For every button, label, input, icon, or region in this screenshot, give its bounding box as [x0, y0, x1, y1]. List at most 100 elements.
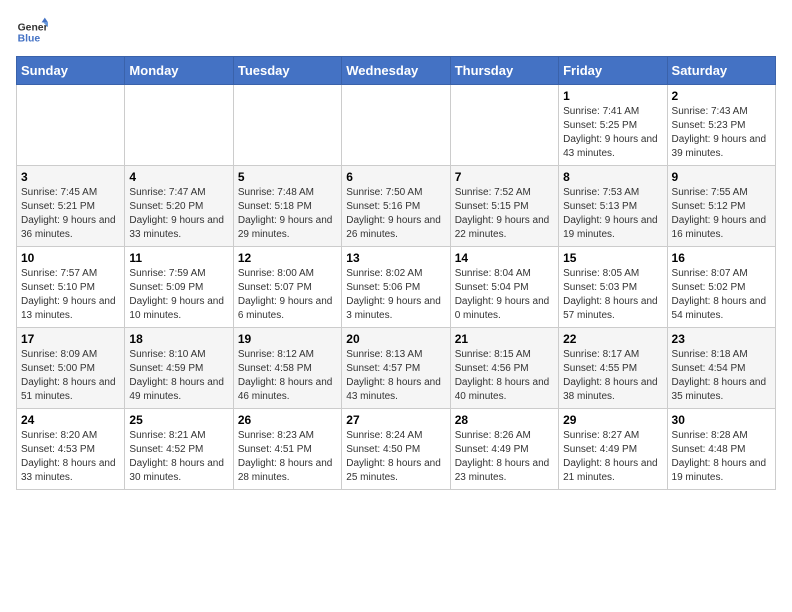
calendar-cell: 14 Sunrise: 8:04 AM Sunset: 5:04 PM Dayli… [450, 247, 558, 328]
calendar-cell: 19 Sunrise: 8:12 AM Sunset: 4:58 PM Dayli… [233, 328, 341, 409]
logo: General Blue [16, 16, 52, 48]
day-number: 13 [346, 251, 445, 265]
day-info: Sunrise: 7:43 AM Sunset: 5:23 PM Dayligh… [672, 105, 771, 161]
calendar-cell: 25 Sunrise: 8:21 AM Sunset: 4:52 PM Dayli… [125, 409, 233, 490]
day-number: 6 [346, 170, 445, 184]
week-row-4: 17 Sunrise: 8:09 AM Sunset: 5:00 PM Dayli… [17, 328, 776, 409]
svg-text:Blue: Blue [18, 34, 41, 45]
day-number: 2 [672, 89, 771, 103]
day-number: 8 [563, 170, 662, 184]
calendar-cell [125, 85, 233, 166]
day-info: Sunrise: 7:48 AM Sunset: 5:18 PM Dayligh… [238, 186, 337, 242]
day-number: 9 [672, 170, 771, 184]
day-number: 23 [672, 332, 771, 346]
calendar-cell [450, 85, 558, 166]
day-info: Sunrise: 8:00 AM Sunset: 5:07 PM Dayligh… [238, 267, 337, 323]
day-info: Sunrise: 7:57 AM Sunset: 5:10 PM Dayligh… [21, 267, 120, 323]
day-info: Sunrise: 7:50 AM Sunset: 5:16 PM Dayligh… [346, 186, 445, 242]
calendar-cell: 20 Sunrise: 8:13 AM Sunset: 4:57 PM Dayli… [342, 328, 450, 409]
day-number: 29 [563, 413, 662, 427]
day-number: 25 [129, 413, 228, 427]
week-row-5: 24Sunrise: 8:20 AM Sunset: 4:53 PM Dayli… [17, 409, 776, 490]
calendar-cell [17, 85, 125, 166]
calendar-cell: 7 Sunrise: 7:52 AM Sunset: 5:15 PM Daylig… [450, 166, 558, 247]
calendar-cell: 2 Sunrise: 7:43 AM Sunset: 5:23 PM Daylig… [667, 85, 775, 166]
calendar-cell: 24Sunrise: 8:20 AM Sunset: 4:53 PM Dayli… [17, 409, 125, 490]
day-header-tuesday: Tuesday [233, 57, 341, 85]
day-info: Sunrise: 8:15 AM Sunset: 4:56 PM Dayligh… [455, 348, 554, 404]
calendar-cell [233, 85, 341, 166]
day-info: Sunrise: 8:28 AM Sunset: 4:48 PM Dayligh… [672, 429, 771, 485]
day-number: 18 [129, 332, 228, 346]
week-row-2: 3Sunrise: 7:45 AM Sunset: 5:21 PM Daylig… [17, 166, 776, 247]
svg-text:General: General [18, 22, 48, 33]
day-info: Sunrise: 8:18 AM Sunset: 4:54 PM Dayligh… [672, 348, 771, 404]
day-number: 3 [21, 170, 120, 184]
day-info: Sunrise: 8:05 AM Sunset: 5:03 PM Dayligh… [563, 267, 662, 323]
day-info: Sunrise: 8:12 AM Sunset: 4:58 PM Dayligh… [238, 348, 337, 404]
day-number: 14 [455, 251, 554, 265]
calendar-cell [342, 85, 450, 166]
day-info: Sunrise: 8:20 AM Sunset: 4:53 PM Dayligh… [21, 429, 120, 485]
calendar-cell: 21 Sunrise: 8:15 AM Sunset: 4:56 PM Dayli… [450, 328, 558, 409]
day-number: 16 [672, 251, 771, 265]
day-number: 7 [455, 170, 554, 184]
day-info: Sunrise: 8:21 AM Sunset: 4:52 PM Dayligh… [129, 429, 228, 485]
calendar-cell: 16 Sunrise: 8:07 AM Sunset: 5:02 PM Dayli… [667, 247, 775, 328]
day-number: 30 [672, 413, 771, 427]
calendar-cell: 30 Sunrise: 8:28 AM Sunset: 4:48 PM Dayli… [667, 409, 775, 490]
calendar-cell: 29 Sunrise: 8:27 AM Sunset: 4:49 PM Dayli… [559, 409, 667, 490]
calendar-cell: 23 Sunrise: 8:18 AM Sunset: 4:54 PM Dayli… [667, 328, 775, 409]
day-header-wednesday: Wednesday [342, 57, 450, 85]
day-header-sunday: Sunday [17, 57, 125, 85]
day-number: 17 [21, 332, 120, 346]
day-number: 10 [21, 251, 120, 265]
day-info: Sunrise: 8:27 AM Sunset: 4:49 PM Dayligh… [563, 429, 662, 485]
day-header-thursday: Thursday [450, 57, 558, 85]
day-info: Sunrise: 7:59 AM Sunset: 5:09 PM Dayligh… [129, 267, 228, 323]
calendar-cell: 10 Sunrise: 7:57 AM Sunset: 5:10 PM Dayli… [17, 247, 125, 328]
calendar-table: SundayMondayTuesdayWednesdayThursdayFrid… [16, 56, 776, 490]
calendar-cell: 4 Sunrise: 7:47 AM Sunset: 5:20 PM Daylig… [125, 166, 233, 247]
day-number: 4 [129, 170, 228, 184]
day-number: 19 [238, 332, 337, 346]
day-number: 26 [238, 413, 337, 427]
week-row-3: 10 Sunrise: 7:57 AM Sunset: 5:10 PM Dayli… [17, 247, 776, 328]
day-header-friday: Friday [559, 57, 667, 85]
calendar-cell: 15Sunrise: 8:05 AM Sunset: 5:03 PM Dayli… [559, 247, 667, 328]
day-header-monday: Monday [125, 57, 233, 85]
logo-icon: General Blue [16, 16, 48, 48]
calendar-cell: 11 Sunrise: 7:59 AM Sunset: 5:09 PM Dayli… [125, 247, 233, 328]
day-info: Sunrise: 8:02 AM Sunset: 5:06 PM Dayligh… [346, 267, 445, 323]
day-number: 1 [563, 89, 662, 103]
day-info: Sunrise: 7:52 AM Sunset: 5:15 PM Dayligh… [455, 186, 554, 242]
calendar-cell: 3Sunrise: 7:45 AM Sunset: 5:21 PM Daylig… [17, 166, 125, 247]
day-info: Sunrise: 8:23 AM Sunset: 4:51 PM Dayligh… [238, 429, 337, 485]
day-info: Sunrise: 8:07 AM Sunset: 5:02 PM Dayligh… [672, 267, 771, 323]
day-info: Sunrise: 8:26 AM Sunset: 4:49 PM Dayligh… [455, 429, 554, 485]
calendar-cell: 22Sunrise: 8:17 AM Sunset: 4:55 PM Dayli… [559, 328, 667, 409]
day-number: 21 [455, 332, 554, 346]
day-number: 28 [455, 413, 554, 427]
page-header: General Blue [16, 16, 776, 48]
day-info: Sunrise: 8:04 AM Sunset: 5:04 PM Dayligh… [455, 267, 554, 323]
day-info: Sunrise: 8:10 AM Sunset: 4:59 PM Dayligh… [129, 348, 228, 404]
calendar-cell: 12Sunrise: 8:00 AM Sunset: 5:07 PM Dayli… [233, 247, 341, 328]
day-number: 11 [129, 251, 228, 265]
calendar-cell: 5Sunrise: 7:48 AM Sunset: 5:18 PM Daylig… [233, 166, 341, 247]
calendar-cell: 1 Sunrise: 7:41 AM Sunset: 5:25 PM Daylig… [559, 85, 667, 166]
day-number: 20 [346, 332, 445, 346]
day-info: Sunrise: 8:09 AM Sunset: 5:00 PM Dayligh… [21, 348, 120, 404]
week-row-1: 1 Sunrise: 7:41 AM Sunset: 5:25 PM Daylig… [17, 85, 776, 166]
calendar-cell: 27Sunrise: 8:24 AM Sunset: 4:50 PM Dayli… [342, 409, 450, 490]
day-info: Sunrise: 8:24 AM Sunset: 4:50 PM Dayligh… [346, 429, 445, 485]
calendar-cell: 13 Sunrise: 8:02 AM Sunset: 5:06 PM Dayli… [342, 247, 450, 328]
calendar-header-row: SundayMondayTuesdayWednesdayThursdayFrid… [17, 57, 776, 85]
calendar-cell: 26 Sunrise: 8:23 AM Sunset: 4:51 PM Dayli… [233, 409, 341, 490]
calendar-cell: 8 Sunrise: 7:53 AM Sunset: 5:13 PM Daylig… [559, 166, 667, 247]
day-header-saturday: Saturday [667, 57, 775, 85]
day-info: Sunrise: 7:53 AM Sunset: 5:13 PM Dayligh… [563, 186, 662, 242]
day-info: Sunrise: 8:13 AM Sunset: 4:57 PM Dayligh… [346, 348, 445, 404]
day-info: Sunrise: 7:41 AM Sunset: 5:25 PM Dayligh… [563, 105, 662, 161]
day-info: Sunrise: 7:47 AM Sunset: 5:20 PM Dayligh… [129, 186, 228, 242]
